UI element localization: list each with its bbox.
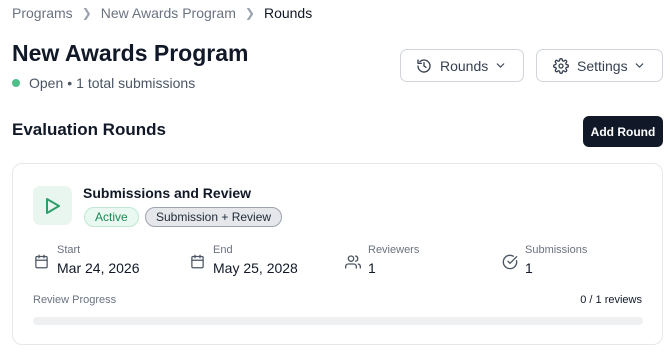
submissions-count: 1 xyxy=(525,260,533,276)
calendar-icon xyxy=(190,254,205,269)
round-icon-box xyxy=(33,186,72,225)
review-progress-count: 0 / 1 reviews xyxy=(580,294,642,306)
history-icon xyxy=(416,58,432,74)
rounds-button-label: Rounds xyxy=(440,57,489,74)
submissions-label: Submissions xyxy=(525,244,588,256)
review-progress-bar xyxy=(33,317,643,325)
rounds-dropdown-button[interactable]: Rounds xyxy=(400,49,524,82)
chevron-down-icon xyxy=(633,59,646,72)
start-date: Mar 24, 2026 xyxy=(57,260,140,276)
settings-dropdown-button[interactable]: Settings xyxy=(536,49,663,82)
calendar-icon xyxy=(34,254,49,269)
submissions-summary: 1 total submissions xyxy=(76,75,196,91)
breadcrumb-rounds: Rounds xyxy=(263,5,313,21)
status-badge: Active xyxy=(84,207,139,227)
reviewers-count: 1 xyxy=(368,260,376,276)
status-dot-icon xyxy=(12,79,20,87)
round-type-badge: Submission + Review xyxy=(145,207,283,227)
gear-icon xyxy=(553,57,569,74)
program-status: Open • 1 total submissions xyxy=(12,75,195,91)
breadcrumb: Programs ❯ New Awards Program ❯ Rounds xyxy=(12,5,312,21)
end-label: End xyxy=(213,244,233,256)
check-circle-icon xyxy=(502,254,518,270)
page: Programs ❯ New Awards Program ❯ Rounds N… xyxy=(0,0,670,353)
page-title: New Awards Program xyxy=(12,40,249,66)
status-separator: • xyxy=(67,75,73,91)
round-name: Submissions and Review xyxy=(83,185,252,201)
chevron-down-icon xyxy=(494,59,507,72)
breadcrumb-chevron-icon: ❯ xyxy=(81,6,92,20)
breadcrumb-program[interactable]: New Awards Program xyxy=(101,5,236,21)
users-icon xyxy=(345,254,361,270)
breadcrumb-programs[interactable]: Programs xyxy=(12,5,73,21)
round-card[interactable]: Submissions and Review Active Submission… xyxy=(12,163,663,345)
section-title: Evaluation Rounds xyxy=(12,120,166,139)
end-date: May 25, 2028 xyxy=(213,260,298,276)
settings-button-label: Settings xyxy=(577,57,628,74)
start-label: Start xyxy=(57,244,81,256)
add-round-button[interactable]: Add Round xyxy=(583,116,663,147)
breadcrumb-chevron-icon: ❯ xyxy=(244,6,255,20)
review-progress-label: Review Progress xyxy=(33,294,117,306)
play-icon xyxy=(45,197,61,215)
reviewers-label: Reviewers xyxy=(368,244,420,256)
status-text: Open xyxy=(29,75,64,91)
